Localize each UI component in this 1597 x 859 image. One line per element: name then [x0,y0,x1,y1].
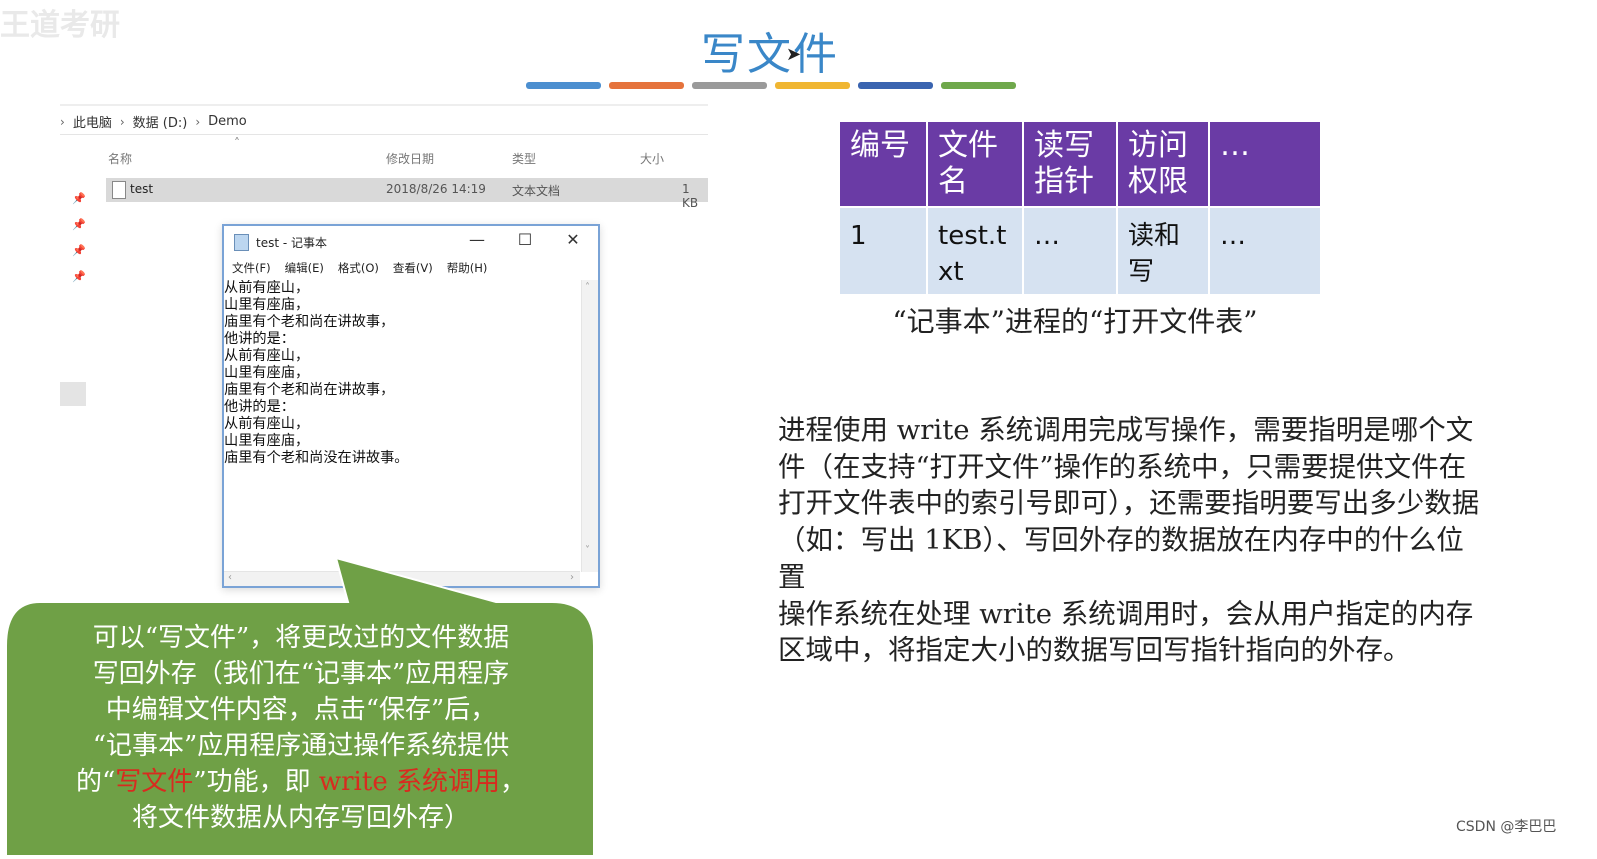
scroll-down-icon[interactable]: ˅ [585,545,590,556]
bubble-line: 中编辑文件内容，点击“保存”后， [105,695,497,725]
notepad-window[interactable]: test - 记事本 — ☐ ✕ 文件(F) 编辑(E) 格式(O) 查看(V)… [222,224,600,588]
mouse-cursor-icon: ➤ [786,44,802,65]
cell-line: xt [938,257,964,287]
scroll-up-icon[interactable]: ˄ [585,282,590,293]
cell-line: … [1220,221,1246,251]
cell-line: 读和 [1128,221,1181,251]
notepad-text-area[interactable]: 从前有座山， 山里有座庙， 庙里有个老和尚在讲故事， 他讲的是： 从前有座山， … [224,280,580,570]
file-modified: 2018/8/26 14:19 [386,182,486,196]
menu-help[interactable]: 帮助(H) [447,260,488,278]
menu-file[interactable]: 文件(F) [232,260,271,278]
menu-edit[interactable]: 编辑(E) [285,260,324,278]
cell-more: … [1208,206,1322,296]
table-row: 1 test.t xt … 读和写 … [838,206,1322,296]
header-filename: 文件名 [926,120,1024,208]
title-color-bars [526,82,1016,89]
header-line: 权限 [1128,164,1188,199]
nav-pane-scroll-thumb[interactable] [60,382,86,406]
pin-icon[interactable]: 📌 [72,270,86,283]
explanation-paragraph: 操作系统在处理 write 系统调用时，会从用户指定的内存区域中，将指定大小的数… [778,597,1474,667]
pin-icon[interactable]: 📌 [72,244,86,257]
csdn-credit: CSDN @李巴巴 [1456,819,1557,835]
minimize-button[interactable]: — [462,230,492,249]
bubble-line: “记事本”应用程序通过操作系统提供 [92,731,510,761]
pin-icon[interactable]: 📌 [72,192,86,205]
bubble-line: 写回外存（我们在“记事本”应用程序 [92,659,510,689]
notepad-menubar: 文件(F) 编辑(E) 格式(O) 查看(V) 帮助(H) [224,260,487,278]
chevron-right-icon: › [195,114,201,129]
header-more: … [1208,120,1322,208]
color-bar [526,82,601,89]
breadcrumb-this-pc[interactable]: 此电脑 [73,112,112,131]
cell-line: … [1034,221,1060,251]
explorer-toolbar-edge [60,104,708,106]
vertical-scrollbar[interactable]: ˄ ˅ [581,280,598,572]
notepad-titlebar[interactable]: test - 记事本 — ☐ ✕ [224,226,598,258]
header-rw-pointer: 读写 指针 [1022,120,1118,208]
header-line: 访问 [1128,128,1188,163]
breadcrumb-demo[interactable]: Demo [208,114,247,129]
color-bar [692,82,767,89]
bubble-line: 将文件数据从内存写回外存） [131,803,470,833]
slide-title: 写文件 [701,29,839,80]
header-access-rights: 访问 权限 [1116,120,1210,208]
cell-line: 写 [1128,257,1155,287]
cell-line: 1 [850,221,867,251]
cell-id: 1 [838,206,928,296]
bubble-text: 可以“写文件”，将更改过的文件数据 写回外存（我们在“记事本”应用程序 中编辑文… [14,620,588,836]
sort-up-icon: ˄ [234,136,240,150]
header-line: … [1220,128,1250,163]
header-id: 编号 [838,120,928,208]
cell-filename: test.t xt [926,206,1024,296]
chevron-right-icon: › [60,114,65,129]
close-button[interactable]: ✕ [558,230,588,249]
menu-format[interactable]: 格式(O) [338,260,379,278]
color-bar [941,82,1016,89]
cell-line: test.t [938,221,1007,251]
table-caption: “记事本”进程的“打开文件表” [892,305,1258,338]
header-line: 指针 [1034,164,1094,199]
header-line: 编号 [850,128,910,163]
file-row-test[interactable]: test 2018/8/26 14:19 文本文档 1 KB [106,178,708,210]
explanation-text: 进程使用 write 系统调用完成写操作，需要指明是哪个文件（在支持“打开文件”… [778,412,1488,669]
maximize-button[interactable]: ☐ [510,230,540,249]
chevron-right-icon: › [119,114,125,129]
column-header-size[interactable]: 大小 [640,150,664,167]
highlight-write-file: 写文件 [115,767,194,797]
text-file-icon [112,181,126,199]
header-line: 名 [938,164,968,199]
breadcrumb[interactable]: › 此电脑 › 数据 (D:) › Demo [60,112,247,131]
cell-access-rights: 读和写 [1116,206,1210,296]
bubble-text-segment: ”功能，即 [193,767,319,797]
table-header-row: 编号 文件名 读写 指针 访问 权限 … [838,120,1322,208]
file-type: 文本文档 [512,184,561,198]
notepad-title: test - 记事本 [256,236,328,250]
file-name: test [130,182,154,196]
highlight-write-syscall: write 系统调用 [318,767,500,797]
bubble-line: 可以“写文件”，将更改过的文件数据 [92,623,510,653]
column-header-type[interactable]: 类型 [512,150,536,167]
bubble-text-segment: ， [499,767,526,797]
explorer-divider [60,134,708,135]
open-file-table: 编号 文件名 读写 指针 访问 权限 … 1 test.t xt … 读和写 … [838,120,1322,296]
bubble-line: 的“写文件”功能，即 write 系统调用， [14,764,588,800]
column-header-modified[interactable]: 修改日期 [386,150,434,167]
header-line: 读写 [1034,128,1094,163]
pin-icon[interactable]: 📌 [72,218,86,231]
column-header-name[interactable]: 名称 [108,150,132,167]
header-line: 文件 [938,128,998,163]
cell-rw-pointer: … [1022,206,1118,296]
breadcrumb-drive-d[interactable]: 数据 (D:) [133,112,188,131]
color-bar [858,82,933,89]
color-bar [775,82,850,89]
color-bar [609,82,684,89]
menu-view[interactable]: 查看(V) [393,260,433,278]
file-size: 1 KB [682,182,699,210]
explanation-paragraph: 进程使用 write 系统调用完成写操作，需要指明是哪个文件（在支持“打开文件”… [778,414,1480,593]
notepad-icon [234,234,249,251]
bubble-text-segment: 的“ [76,767,116,797]
